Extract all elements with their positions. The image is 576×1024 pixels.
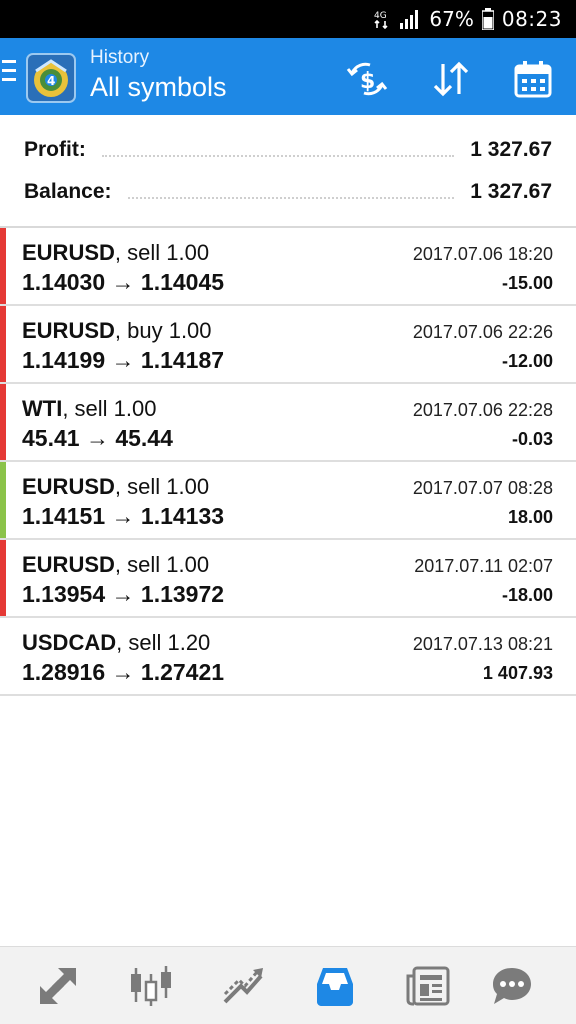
chart-icon[interactable] [127, 962, 175, 1010]
network-label: 4G [374, 11, 387, 21]
network-4g-icon: 4G [374, 11, 388, 29]
deal-row[interactable]: EURUSD, sell 1.00 1.14151 → 1.14133 2017… [0, 462, 576, 540]
deal-result-bar [0, 462, 6, 538]
balance-row: Balance: 1 327.67 [24, 177, 552, 207]
profit-leader-dots [101, 155, 455, 157]
app-logo[interactable]: 4 [26, 53, 76, 103]
deals-list: EURUSD, sell 1.00 1.14030 → 1.14045 2017… [0, 228, 576, 696]
deal-result-bar [0, 540, 6, 616]
deal-prices: 1.28916 → 1.27421 [22, 659, 225, 685]
deal-time: 2017.07.07 08:28 [412, 478, 553, 498]
title-block: History All symbols [90, 46, 227, 104]
page-title[interactable]: All symbols [90, 70, 227, 104]
deal-title: WTI, sell 1.00 [22, 396, 157, 422]
menu-icon[interactable] [0, 60, 18, 90]
balance-value: 1 327.67 [470, 180, 552, 203]
profit-value: 1 327.67 [470, 138, 552, 161]
deal-symbol: EURUSD [22, 240, 115, 265]
svg-text:4: 4 [47, 74, 55, 88]
page-subtitle: History [90, 47, 150, 68]
battery-icon [481, 8, 494, 30]
history-summary: Profit: 1 327.67 Balance: 1 327.67 [0, 115, 576, 225]
deal-row[interactable]: EURUSD, sell 1.00 1.13954 → 1.13972 2017… [0, 540, 576, 618]
deal-symbol: EURUSD [22, 474, 115, 499]
status-bar-right: 4G 67% 08:23 [373, 6, 562, 32]
deal-row[interactable]: WTI, sell 1.00 45.41 → 45.44 2017.07.06 … [0, 384, 576, 462]
calendar-icon[interactable] [512, 58, 554, 100]
deal-action: , buy 1.00 [114, 318, 212, 343]
deal-symbol: EURUSD [22, 552, 115, 577]
deal-title: USDCAD, sell 1.20 [22, 630, 210, 656]
history-icon[interactable] [311, 962, 359, 1010]
deal-time: 2017.07.06 18:20 [412, 244, 553, 264]
deal-row[interactable]: EURUSD, buy 1.00 1.14199 → 1.14187 2017.… [0, 306, 576, 384]
deal-result-bar [0, 618, 6, 694]
bottom-nav [0, 946, 576, 1024]
deal-result-bar [0, 306, 6, 382]
deal-symbol: EURUSD [22, 318, 115, 343]
deal-prices: 1.14151 → 1.14133 [22, 503, 225, 529]
news-icon[interactable] [404, 962, 452, 1010]
app-bar: 4 History All symbols $ [0, 38, 576, 115]
deal-title: EURUSD, sell 1.00 [22, 474, 209, 500]
deal-action: , sell 1.00 [62, 396, 157, 421]
deal-time: 2017.07.06 22:28 [412, 400, 553, 420]
deal-row[interactable]: EURUSD, sell 1.00 1.14030 → 1.14045 2017… [0, 228, 576, 306]
balance-leader-dots [127, 197, 455, 199]
deal-profit: 1 407.93 [482, 663, 553, 683]
profit-row: Profit: 1 327.67 [24, 135, 552, 165]
battery-percentage: 67% [429, 7, 474, 31]
deal-result-bar [0, 384, 6, 460]
deal-title: EURUSD, sell 1.00 [22, 552, 209, 578]
deal-symbol: USDCAD [22, 630, 117, 655]
signal-icon [400, 10, 419, 29]
deal-profit: -0.03 [511, 429, 553, 449]
deal-symbol: WTI [22, 396, 63, 421]
trade-icon[interactable] [219, 962, 267, 1010]
deal-action: , sell 1.20 [116, 630, 211, 655]
deal-prices: 1.13954 → 1.13972 [22, 581, 225, 607]
profit-label: Profit: [24, 138, 86, 161]
deal-prices: 1.14199 → 1.14187 [22, 347, 225, 373]
deal-action: , sell 1.00 [114, 474, 210, 499]
sort-icon[interactable] [430, 58, 472, 100]
deal-title: EURUSD, sell 1.00 [22, 240, 209, 266]
deal-time: 2017.07.06 22:26 [412, 322, 553, 342]
deal-profit: -15.00 [501, 273, 553, 293]
status-time: 08:23 [501, 7, 562, 31]
chat-icon[interactable] [488, 962, 536, 1010]
deal-time: 2017.07.11 02:07 [414, 556, 553, 576]
deal-row[interactable]: USDCAD, sell 1.20 1.28916 → 1.27421 2017… [0, 618, 576, 696]
svg-text:$: $ [360, 69, 375, 94]
deposit-withdraw-icon[interactable]: $ [346, 58, 388, 100]
deal-action: , sell 1.00 [114, 240, 210, 265]
deal-action: , sell 1.00 [114, 552, 210, 577]
deal-profit: 18.00 [507, 507, 553, 527]
status-bar: 4G 67% 08:23 [0, 0, 576, 38]
deal-time: 2017.07.13 08:21 [412, 634, 553, 654]
quotes-icon[interactable] [34, 962, 82, 1010]
deal-title: EURUSD, buy 1.00 [22, 318, 212, 344]
deal-profit: -18.00 [501, 585, 553, 605]
balance-label: Balance: [24, 180, 112, 203]
deal-result-bar [0, 228, 6, 304]
deal-prices: 1.14030 → 1.14045 [22, 269, 225, 295]
deal-profit: -12.00 [501, 351, 553, 371]
deal-prices: 45.41 → 45.44 [22, 425, 173, 451]
